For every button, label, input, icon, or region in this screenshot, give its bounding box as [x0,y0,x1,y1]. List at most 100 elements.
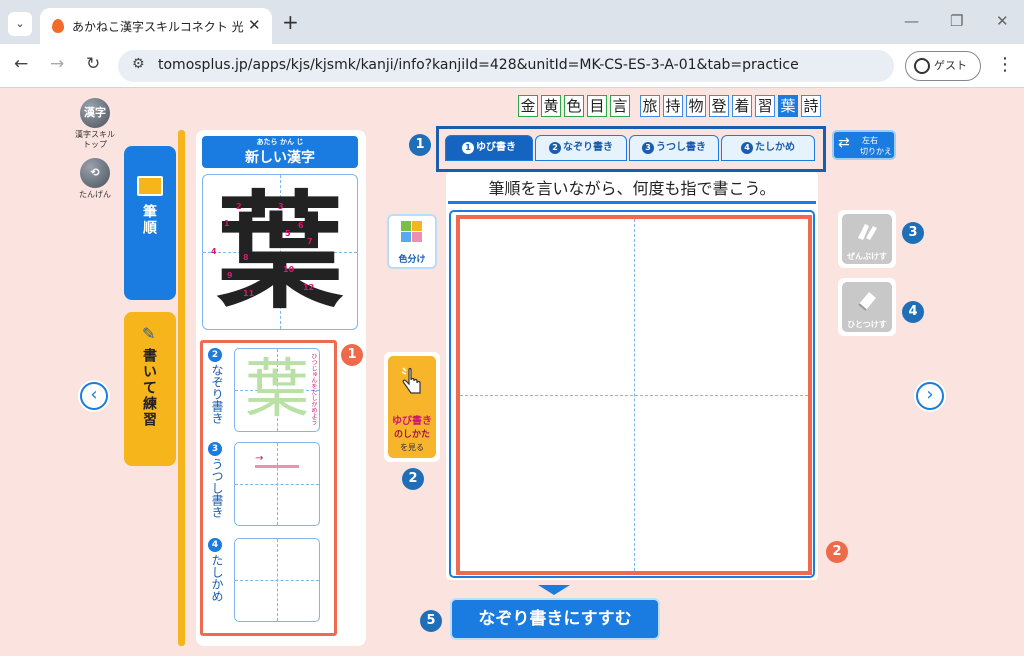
stroke-number: 11 [243,289,255,298]
stroke-order-kanji: 葉 [217,178,343,326]
writing-canvas[interactable] [456,215,812,575]
badge-blue-4: 4 [902,301,924,323]
guest-label: ゲスト [934,59,967,72]
color-swatch [412,232,422,242]
tab-yubigaki[interactable]: 1 ゆび書き [445,135,533,161]
pencil-icon: ✎ [142,324,156,343]
unit-back-label: たんげん [79,190,111,199]
url-text: tomosplus.jp/apps/kjs/kjsmk/kanji/info?k… [158,57,799,73]
instruction-text: 筆順を言いながら、何度も指で書こう。 [448,174,816,204]
stroke-order-box: 葉 2 1 3 4 5 6 7 8 9 10 11 12 [202,174,358,330]
tab-hitsujun[interactable]: 筆順 [124,146,176,300]
profile-icon [914,58,930,74]
erase-one-label: ひとつけす [847,320,887,329]
stroke-number: 1 [224,219,230,228]
color-split-label: 色分け [398,255,426,265]
badge-orange-2: 2 [826,541,848,563]
guest-profile-button[interactable]: ゲスト [905,51,981,81]
new-kanji-header: あたら かん じ 新しい漢字 [202,136,358,168]
tab-utsushigaki[interactable]: 3 うつし書き [629,135,719,161]
finger-howto-sub: のしかた [393,430,430,440]
stroke-number: 8 [243,253,249,262]
stroke-number: 7 [307,237,313,246]
stroke-number: 3 [278,202,284,211]
erase-all-label: ぜんぶけす [847,252,887,261]
color-swatch [412,221,422,231]
back-arrow-icon: ⟲ [80,158,110,188]
swap-icon: ⇄ [838,135,850,151]
swap-label-1: 左右 [862,136,878,145]
swap-left-right-button[interactable]: ⇄ 左右 切りかえ [832,130,896,160]
site-settings-icon[interactable]: ⚙ [132,56,145,72]
badge-blue-5: 5 [420,610,442,632]
next-nazorigaki-button[interactable]: なぞり書きにすすむ [450,598,660,640]
tab-kaite-label: 書いて練習 [141,348,157,428]
close-window-icon[interactable]: ✕ [996,12,1009,30]
flame-icon [52,19,64,33]
stroke-number: 2 [236,202,242,211]
back-icon[interactable]: ← [14,54,28,74]
kanji-chip[interactable]: 目 [587,95,607,117]
reload-icon[interactable]: ↻ [86,54,100,74]
kanji-chip-current[interactable]: 葉 [778,95,798,117]
tab-hitsujun-label: 筆順 [141,204,157,236]
erase-one-button[interactable]: ひとつけす [838,278,896,336]
finger-howto-title: ゆび書き [392,416,432,427]
address-bar[interactable]: ⚙ tomosplus.jp/apps/kjs/kjsmk/kanji/info… [118,50,894,82]
swap-label-2: 切りかえ [860,147,892,156]
badge-blue-2: 2 [402,468,424,490]
stroke-number: 6 [298,221,304,230]
tab-kaite-renshu[interactable]: ✎ 書いて練習 [124,312,176,466]
book-icon [137,176,163,196]
color-swatch [401,232,411,242]
tab-search-icon[interactable]: ⌄ [8,12,32,36]
tab-tashikame[interactable]: 4 たしかめ [721,135,815,161]
new-kanji-ruby: あたら かん じ [256,138,304,146]
tab-nazorigaki[interactable]: 2 なぞり書き [535,135,627,161]
kanji-chip[interactable]: 習 [755,95,775,117]
kanji-chip[interactable]: 着 [732,95,752,117]
kanji-chip[interactable]: 色 [564,95,584,117]
stroke-number: 9 [227,271,233,280]
tab-title: あかねこ漢字スキルコネクト 光村図書 [72,20,244,34]
stroke-number: 10 [283,265,295,274]
kanji-top-icon: 漢字 [80,98,110,128]
new-tab-icon[interactable]: + [282,10,299,34]
stroke-number: 5 [285,229,291,238]
kanji-chip[interactable]: 持 [663,95,683,117]
app-main: 金黄色目言旅持物登着習葉詩 漢字 漢字スキルトップ ⟲ たんげん ‹ › 筆順 … [0,88,1024,656]
kanji-chip[interactable]: 旅 [640,95,660,117]
finger-howto-button[interactable]: ゆび書き のしかた を見る [384,352,440,462]
forward-icon[interactable]: → [50,54,64,74]
minimize-icon[interactable]: — [904,12,919,30]
down-arrow-icon [538,585,570,595]
browser-tab[interactable]: あかねこ漢字スキルコネクト 光村図書 ✕ [40,8,272,44]
next-kanji-arrow-icon[interactable]: › [916,382,944,410]
stroke-number: 4 [211,247,217,256]
prev-kanji-arrow-icon[interactable]: ‹ [80,382,108,410]
kanji-chip[interactable]: 詩 [801,95,821,117]
kanji-top-label: 漢字スキルトップ [75,130,115,149]
badge-orange-1: 1 [341,344,363,366]
eraser-icon [858,292,876,311]
kanji-set-bar: 金黄色目言旅持物登着習葉詩 [518,95,824,117]
badge-blue-1: 1 [409,134,431,156]
restore-icon[interactable]: ❐ [950,12,963,30]
color-swatch [401,221,411,231]
new-kanji-title: 新しい漢字 [245,150,315,166]
color-split-button[interactable]: 色分け [387,214,437,269]
close-tab-icon[interactable]: ✕ [248,16,261,34]
browser-chrome: ⌄ あかねこ漢字スキルコネクト 光村図書 ✕ + — ❐ ✕ ← → ↻ ⚙ t… [0,0,1024,88]
kanji-chip[interactable]: 黄 [541,95,561,117]
kanji-chip[interactable]: 金 [518,95,538,117]
kanji-chip[interactable]: 登 [709,95,729,117]
unit-back-button[interactable]: ⟲ たんげん [72,158,118,200]
stroke-number: 12 [303,283,315,292]
menu-icon[interactable]: ⋮ [996,54,1014,75]
erase-all-icon [858,224,877,240]
erase-all-button[interactable]: ぜんぶけす [838,210,896,268]
kanji-chip[interactable]: 言 [610,95,630,117]
kanji-chip[interactable]: 物 [686,95,706,117]
side-divider [178,130,185,646]
kanji-top-button[interactable]: 漢字 漢字スキルトップ [72,98,118,150]
